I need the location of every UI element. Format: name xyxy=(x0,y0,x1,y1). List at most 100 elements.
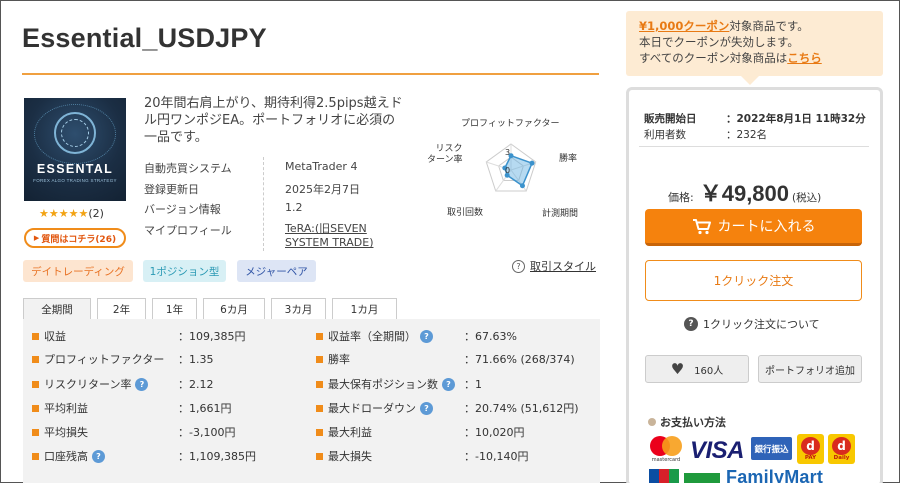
payment-methods-title: お支払い方法 xyxy=(648,414,726,430)
meta-key: 利用者数 xyxy=(644,129,686,141)
image-emblem-inner xyxy=(61,119,89,147)
tab-1y[interactable]: 1年 xyxy=(152,298,197,320)
radar-label-trades: 取引回数 xyxy=(447,208,484,218)
favorite-count: 160人 xyxy=(694,365,724,377)
bullet-icon xyxy=(32,428,39,436)
trade-style-link: 取引スタイル xyxy=(530,260,596,273)
stat-value: ：10,020円 xyxy=(464,426,525,439)
coupon-expiry: 本日でクーポンが失効します。 xyxy=(639,35,799,49)
one-click-help-label: 1クリック注文について xyxy=(703,318,820,331)
jcb-logo xyxy=(649,469,679,483)
cart-icon xyxy=(692,218,711,234)
tab-6m[interactable]: 6カ月 xyxy=(203,298,265,320)
spec-divider xyxy=(263,157,264,251)
one-click-order-button[interactable]: 1クリック注文 xyxy=(645,260,862,301)
stat-value: ：-3,100円 xyxy=(178,426,236,439)
question-button[interactable]: ▶ 質問はコチラ(26) xyxy=(24,228,126,248)
bullet-icon xyxy=(32,355,39,363)
radar-point-winrate xyxy=(529,160,535,166)
stat-label: 平均損失 xyxy=(32,424,88,440)
stat-value: ：1,661円 xyxy=(178,402,232,415)
add-to-cart-label: カートに入れる xyxy=(717,219,816,235)
price-tax: (税込) xyxy=(792,192,822,204)
bullet-icon xyxy=(648,418,656,426)
stat-value: ：67.63% xyxy=(464,330,517,343)
rating-stars: ★★★★★ xyxy=(39,207,89,220)
bullet-icon xyxy=(316,404,323,412)
bullet-icon xyxy=(316,355,323,363)
meta-value: ：2022年8月1日 11時32分 xyxy=(726,113,866,125)
add-to-cart-button[interactable]: カートに入れる xyxy=(645,209,862,246)
tag-major-pair[interactable]: メジャーペア xyxy=(237,260,316,282)
help-icon[interactable]: ? xyxy=(442,377,455,391)
radar-scale-min: 0 xyxy=(505,166,511,175)
stat-label: 勝率 xyxy=(316,351,350,367)
d-payment-text: PAY xyxy=(804,455,817,461)
tab-1m[interactable]: 1カ月 xyxy=(332,298,397,320)
tab-2y[interactable]: 2年 xyxy=(97,298,146,320)
heart-icon: ♥ xyxy=(670,360,685,378)
question-button-label: 質問はコチラ(26) xyxy=(41,234,117,245)
tag-one-position[interactable]: 1ポジション型 xyxy=(143,260,226,282)
visa-logo: VISA xyxy=(690,437,745,464)
meta-key: 販売開始日 xyxy=(644,113,697,125)
product-image[interactable]: ESSENTAL FOREX ALGO TRADING STRATEGY xyxy=(24,98,126,201)
bullet-icon xyxy=(316,428,323,436)
price: 価格: ￥49,800 (税込) xyxy=(668,176,821,208)
stat-value: ：71.66% (268/374) xyxy=(464,353,575,366)
bank-transfer-logo: 銀行振込 xyxy=(751,437,792,460)
coupon-link[interactable]: こちら xyxy=(787,51,822,65)
price-value: ￥49,800 xyxy=(699,181,790,206)
tag-daytrade[interactable]: デイトレーディング xyxy=(23,260,133,282)
one-click-help[interactable]: ? 1クリック注文について xyxy=(684,316,820,332)
help-icon[interactable]: ? xyxy=(420,401,433,415)
stat-label-text: 最大利益 xyxy=(328,426,372,439)
help-icon[interactable]: ? xyxy=(420,329,433,343)
rating[interactable]: ★★★★★(2) xyxy=(39,207,104,220)
profile-link[interactable]: TeRA:(旧SEVEN SYSTEM TRADE) xyxy=(285,222,395,250)
spec-value: 1.2 xyxy=(285,201,303,214)
stat-label-text: 平均利益 xyxy=(44,402,88,415)
coupon-notice: ¥1,000クーポン対象商品です。 本日でクーポンが失効します。 すべてのクーポ… xyxy=(626,11,883,76)
radar-point-period xyxy=(519,183,525,189)
stat-value: ：1 xyxy=(464,378,482,391)
stat-label-text: 口座残高 xyxy=(44,450,88,463)
stat-label: 収益率（全期間）? xyxy=(316,328,433,344)
d-icon: d xyxy=(832,437,851,455)
favorite-button[interactable]: ♥ 160人 xyxy=(645,355,749,383)
coupon-amount[interactable]: ¥1,000クーポン xyxy=(639,19,729,33)
sidebar-divider xyxy=(639,146,869,147)
tab-3m[interactable]: 3カ月 xyxy=(271,298,326,320)
stat-value: ：-10,140円 xyxy=(464,450,529,463)
stat-label-text: 最大損失 xyxy=(328,450,372,463)
coupon-tail xyxy=(741,76,759,85)
help-icon[interactable]: ? xyxy=(135,377,149,391)
stat-value: ：20.74% (51,612円) xyxy=(464,402,579,415)
bullet-icon xyxy=(32,452,39,460)
add-portfolio-button[interactable]: ポートフォリオ追加 xyxy=(758,355,862,383)
stat-label-text: 収益率（全期間） xyxy=(328,330,416,343)
radar-label-winrate: 勝率 xyxy=(559,154,578,164)
stat-value: ：1.35 xyxy=(178,353,214,366)
radar-label-pf: プロフィットファクター xyxy=(461,119,560,129)
payment-title-text: お支払い方法 xyxy=(660,416,726,429)
bullet-icon xyxy=(316,452,323,460)
stat-label: 口座残高? xyxy=(32,448,105,464)
tab-all[interactable]: 全期間 xyxy=(23,298,91,320)
help-icon[interactable]: ? xyxy=(92,449,105,463)
stat-label-text: 最大保有ポジション数 xyxy=(328,378,438,391)
stat-value: ：109,385円 xyxy=(178,330,246,343)
question-icon: ? xyxy=(684,317,698,331)
product-description: 20年間右肩上がり、期待利得2.5pips越えドル円ワンポジEA。ポートフォリオ… xyxy=(144,96,403,145)
trade-style-help[interactable]: ? 取引スタイル xyxy=(512,258,596,274)
stat-label: 最大損失 xyxy=(316,448,372,464)
bullet-icon xyxy=(32,332,39,340)
spec-value: 2025年2月7日 xyxy=(285,183,360,196)
radar-label-risk: リスク ターン率 xyxy=(427,144,463,165)
card-logo xyxy=(684,473,720,483)
stat-label-text: 平均損失 xyxy=(44,426,88,439)
price-label: 価格: xyxy=(668,191,694,204)
coupon-text: すべてのクーポン対象商品は xyxy=(639,51,788,65)
bullet-icon xyxy=(32,380,39,388)
stat-label-text: 勝率 xyxy=(328,353,350,366)
